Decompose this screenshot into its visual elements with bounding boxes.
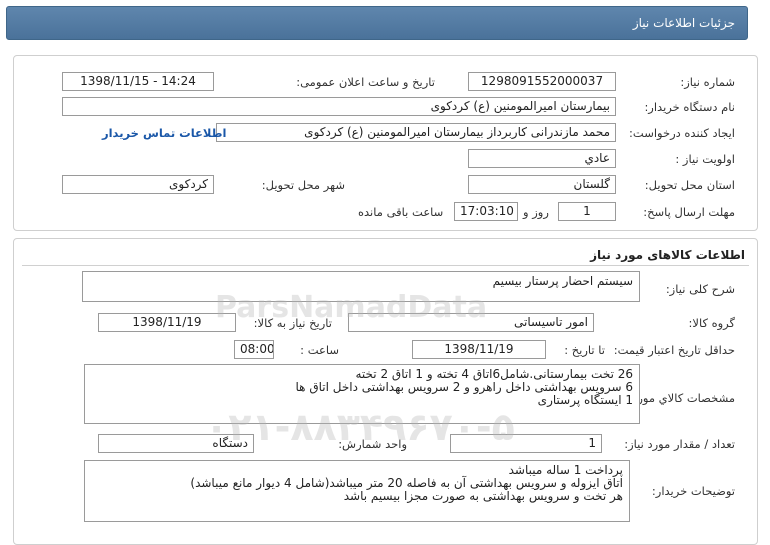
need-date-field[interactable]: 1398/11/19 (98, 313, 236, 332)
announce-date-label: تاریخ و ساعت اعلان عمومی: (296, 75, 435, 89)
section-divider (22, 265, 749, 266)
quantity-field[interactable]: 1 (450, 434, 602, 453)
general-desc-text: سیستم احضار پرستار بیسیم (492, 274, 633, 288)
priority-field[interactable]: عادي (468, 149, 616, 168)
quantity-label: تعداد / مقدار مورد نیاز: (624, 437, 735, 451)
general-desc-label: شرح کلی نیاز: (665, 282, 735, 296)
hour-field[interactable]: 08:00 (234, 340, 274, 359)
remaining-label: ساعت باقی مانده (358, 205, 444, 219)
need-number-field[interactable]: 1298091552000037 (468, 72, 616, 91)
need-info-panel: شماره نیاز: 1298091552000037 تاریخ و ساع… (13, 55, 758, 231)
city-label: شهر محل تحویل: (261, 178, 345, 192)
goods-group-field[interactable]: امور تاسیساتی (348, 313, 594, 332)
unit-field[interactable]: دستگاه (98, 434, 254, 453)
min-price-validity-label: حداقل تاریخ اعتبار قیمت: (613, 343, 735, 357)
buyer-name-field[interactable]: بیمارستان امیرالمومنین (ع) کردکوی (62, 97, 616, 116)
province-field[interactable]: گلستان (468, 175, 616, 194)
specs-line: 1 ایستگاه پرستاری (537, 393, 633, 407)
announce-date-field[interactable]: 1398/11/15 - 14:24 (62, 72, 214, 91)
goods-group-label: گروه کالا: (688, 316, 735, 330)
deadline-label: مهلت ارسال پاسخ: (643, 205, 735, 219)
days-label: روز و (523, 205, 549, 219)
buyer-notes-label: توضیحات خریدار: (651, 484, 735, 498)
unit-label: واحد شمارش: (338, 437, 407, 451)
page-header: جزئیات اطلاعات نیاز (6, 6, 748, 40)
to-date-label: تا تاریخ : (564, 343, 605, 357)
need-number-label: شماره نیاز: (680, 75, 735, 89)
general-desc-field[interactable]: سیستم احضار پرستار بیسیم (82, 271, 640, 302)
page-title: جزئیات اطلاعات نیاز (632, 16, 735, 30)
request-creator-label: ایجاد کننده درخواست: (629, 126, 735, 140)
deadline-time-field[interactable]: 17:03:10 (454, 202, 518, 221)
buyer-name-label: نام دستگاه خریدار: (644, 100, 735, 114)
city-field[interactable]: کردکوی (62, 175, 214, 194)
priority-label: اولویت نیاز : (675, 152, 735, 166)
hour-label: ساعت : (300, 343, 339, 357)
province-label: استان محل تحویل: (644, 178, 735, 192)
to-date-field[interactable]: 1398/11/19 (412, 340, 546, 359)
goods-section-title: اطلاعات کالاهای مورد نیاز (590, 248, 745, 262)
buyer-contact-link[interactable]: اطلاعات تماس خریدار (102, 126, 226, 140)
need-date-label: تاریخ نیاز به کالا: (253, 316, 332, 330)
request-creator-field[interactable]: محمد مازندرانی کاربرداز بیمارستان امیرال… (216, 123, 616, 142)
buyer-notes-field[interactable]: پرداخت 1 ساله میباشد اتاق ایزوله و سرویس… (84, 460, 630, 522)
goods-specs-field[interactable]: 26 تخت بیمارستانی.شامل6اتاق 4 تخته و 1 ا… (84, 364, 640, 424)
goods-info-panel: اطلاعات کالاهای مورد نیاز شرح کلی نیاز: … (13, 238, 758, 545)
buyer-notes-line: هر تخت و سرویس بهداشتی به صورت مجزا بیسی… (343, 489, 623, 503)
deadline-days-field[interactable]: 1 (558, 202, 616, 221)
